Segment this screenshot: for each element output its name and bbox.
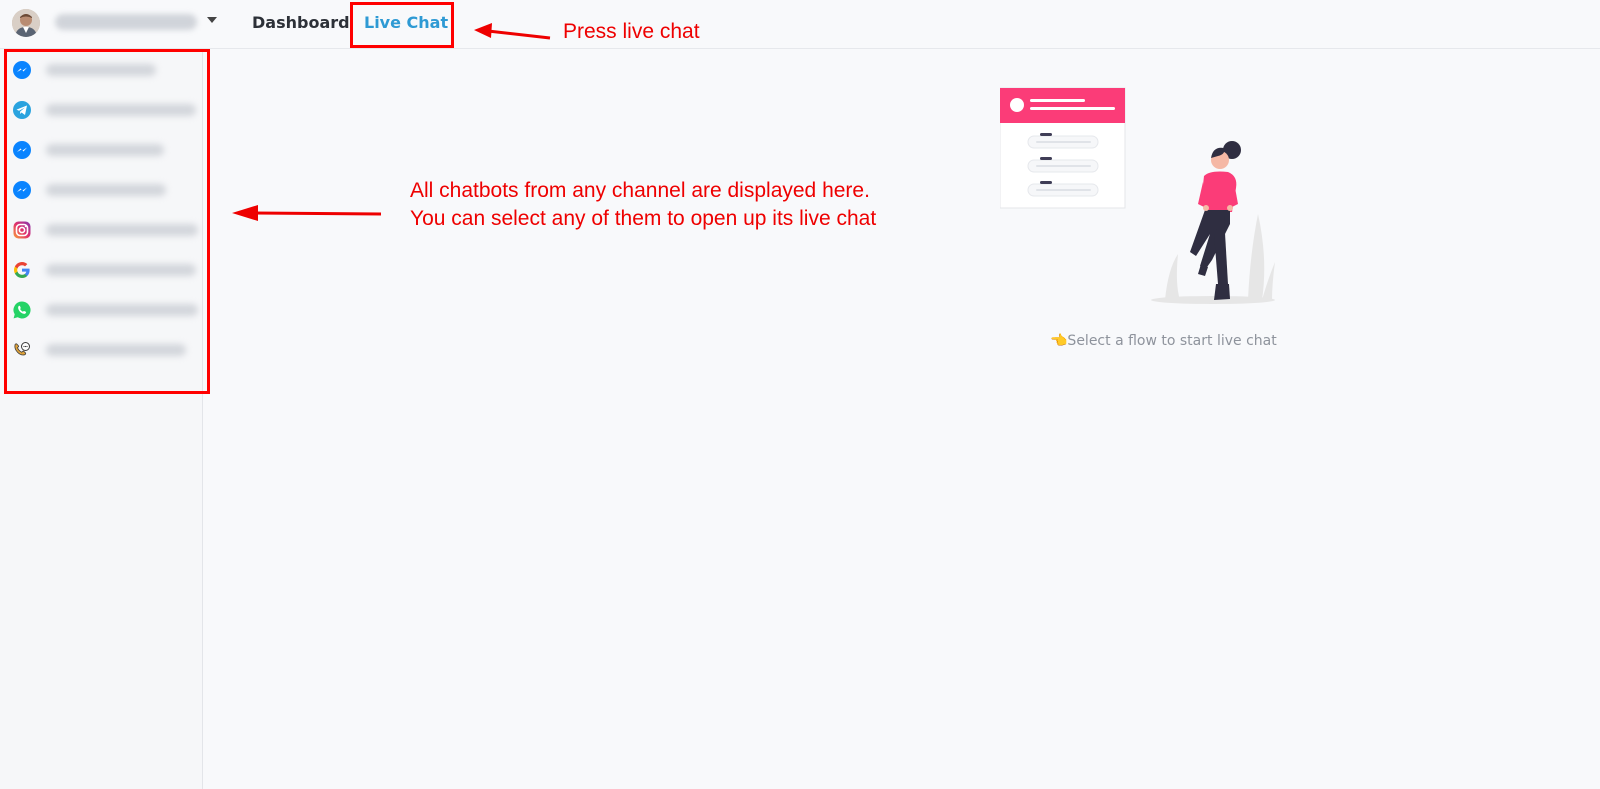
account-name[interactable] — [55, 14, 197, 30]
tab-dashboard[interactable]: Dashboard — [252, 13, 350, 32]
arrow-left-icon — [232, 205, 382, 221]
empty-state-illustration — [1000, 87, 1275, 304]
top-bar: Dashboard Live Chat — [0, 0, 1600, 49]
avatar[interactable] — [12, 9, 40, 37]
annotation-press-live-chat: Press live chat — [563, 20, 700, 43]
arrow-left-icon — [474, 23, 551, 40]
chatbot-list-highlight-box — [4, 49, 210, 394]
annotation-chatbots-line2: You can select any of them to open up it… — [410, 207, 877, 230]
annotation-chatbots-line1: All chatbots from any channel are displa… — [410, 179, 870, 202]
chevron-down-icon[interactable] — [207, 16, 217, 24]
empty-state-message: 👈Select a flow to start live chat — [1050, 333, 1277, 349]
live-chat-highlight-box — [350, 2, 454, 48]
